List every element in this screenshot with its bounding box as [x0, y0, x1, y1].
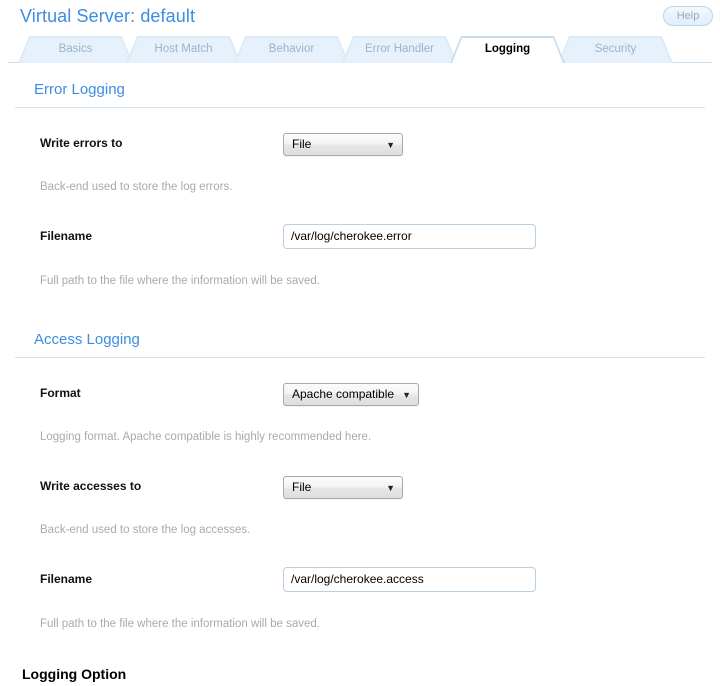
section-divider-error-logging	[15, 107, 705, 108]
error-filename-input[interactable]: /var/log/cherokee.error	[283, 224, 536, 249]
field-write-errors-to-label: Write errors to	[40, 136, 123, 150]
write-accesses-to-select[interactable]: File ▼	[283, 476, 403, 499]
tab-host-match-label: Host Match	[154, 43, 213, 55]
tab-host-match[interactable]: Host Match	[126, 36, 241, 63]
tab-bar: Basics Host Match Behavior Error Handler…	[0, 35, 720, 63]
field-write-accesses-to: Write accesses to File ▼	[0, 476, 720, 503]
tab-basics[interactable]: Basics	[18, 36, 133, 63]
tab-security-label: Security	[594, 43, 637, 55]
chevron-down-icon: ▼	[386, 483, 395, 493]
field-write-accesses-to-label: Write accesses to	[40, 479, 142, 493]
format-value: Apache compatible	[292, 387, 395, 401]
field-format-help: Logging format. Apache compatible is hig…	[40, 431, 372, 443]
page-header: Virtual Server: default Help	[0, 0, 720, 33]
access-filename-input[interactable]: /var/log/cherokee.access	[283, 567, 536, 592]
write-accesses-to-value: File	[292, 480, 312, 494]
tab-logging-label: Logging	[484, 43, 531, 55]
field-error-filename-label: Filename	[40, 229, 93, 243]
help-button[interactable]: Help	[663, 6, 713, 26]
write-errors-to-select-wrap: File ▼	[283, 133, 403, 156]
error-filename-input-wrap: /var/log/cherokee.error	[283, 224, 536, 254]
write-errors-to-value: File	[292, 137, 312, 151]
section-heading-access-logging: Access Logging	[34, 331, 140, 348]
field-format-label: Format	[40, 386, 81, 400]
section-heading-logging-option: Logging Option	[22, 666, 127, 682]
field-write-accesses-to-help: Back-end used to store the log accesses.	[40, 524, 251, 536]
tab-behavior-label: Behavior	[268, 43, 315, 55]
format-select[interactable]: Apache compatible ▼	[283, 383, 420, 406]
field-write-errors-to: Write errors to File ▼	[0, 133, 720, 160]
section-heading-error-logging: Error Logging	[34, 81, 125, 98]
write-errors-to-select[interactable]: File ▼	[283, 133, 403, 156]
write-accesses-to-select-wrap: File ▼	[283, 476, 403, 499]
section-divider-access-logging	[15, 357, 705, 358]
field-error-filename: Filename /var/log/cherokee.error	[0, 224, 720, 253]
field-format: Format Apache compatible ▼	[0, 383, 720, 410]
chevron-down-icon: ▼	[386, 140, 395, 150]
field-write-errors-to-help: Back-end used to store the log errors.	[40, 181, 233, 193]
field-access-filename-label: Filename	[40, 572, 93, 586]
page-title: Virtual Server: default	[20, 6, 196, 26]
tab-security[interactable]: Security	[558, 36, 673, 63]
tab-error-handler[interactable]: Error Handler	[342, 36, 457, 63]
chevron-down-icon: ▼	[402, 390, 412, 400]
field-access-filename-help: Full path to the file where the informat…	[40, 618, 320, 630]
field-error-filename-help: Full path to the file where the informat…	[40, 275, 320, 287]
tab-panel-logging: Error Logging Write errors to File ▼ Bac…	[0, 63, 720, 686]
access-filename-input-wrap: /var/log/cherokee.access	[283, 567, 536, 597]
tab-basics-label: Basics	[58, 43, 93, 55]
tab-behavior[interactable]: Behavior	[234, 36, 349, 63]
tab-error-handler-label: Error Handler	[364, 43, 435, 55]
format-select-wrap: Apache compatible ▼	[283, 383, 420, 406]
field-access-filename: Filename /var/log/cherokee.access	[0, 567, 720, 596]
tab-logging[interactable]: Logging	[450, 36, 565, 63]
cherokee-admin-page: Virtual Server: default Help Basics Host…	[0, 0, 720, 686]
